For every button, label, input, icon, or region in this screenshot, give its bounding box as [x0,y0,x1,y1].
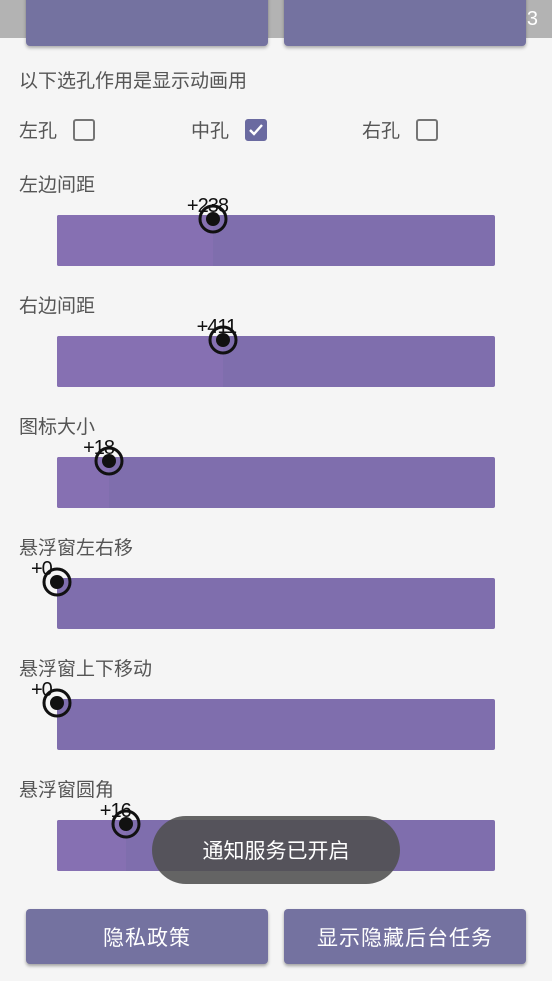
slider-value: +238 [186,195,229,217]
show-hide-tasks-button[interactable]: 显示隐藏后台任务 [284,909,526,964]
left-hole-checkbox[interactable] [73,118,96,141]
left-hole-label: 左孔 [19,120,58,142]
intro-text: 以下选孔作用是显示动画用 [19,70,248,92]
check-icon [249,123,263,136]
slider-fill [57,215,213,266]
right-margin-label: 右边间距 [19,295,96,317]
middle-hole-label: 中孔 [191,120,230,142]
toast-message: 通知服务已开启 [152,816,400,884]
right-hole-option[interactable]: 右孔 [362,116,439,143]
middle-hole-checkbox[interactable] [245,118,268,141]
privacy-policy-button[interactable]: 隐私政策 [26,909,268,964]
slider-value: +18 [83,437,115,459]
float-vertical-label: 悬浮窗上下移动 [19,658,153,680]
left-hole-option[interactable]: 左孔 [19,116,96,143]
middle-hole-option[interactable]: 中孔 [191,116,268,143]
hole-options: 左孔 中孔 右孔 [0,112,552,146]
right-hole-checkbox[interactable] [416,118,439,141]
float-horizontal-slider[interactable] [57,578,495,629]
top-right-button[interactable] [284,0,526,46]
slider-value: +16 [99,800,132,822]
float-horizontal-label: 悬浮窗左右移 [19,537,134,559]
right-margin-slider[interactable] [57,336,495,387]
slider-value: +0 [31,679,53,701]
float-corner-label: 悬浮窗圆角 [19,779,115,801]
icon-size-label: 图标大小 [19,416,96,438]
right-hole-label: 右孔 [362,120,401,142]
left-margin-slider[interactable] [57,215,495,266]
slider-value: +411 [196,316,238,338]
float-vertical-slider[interactable] [57,699,495,750]
slider-value: +0 [31,558,53,580]
left-margin-label: 左边间距 [19,174,96,196]
slider-fill [57,336,223,387]
top-left-button[interactable] [26,0,268,46]
